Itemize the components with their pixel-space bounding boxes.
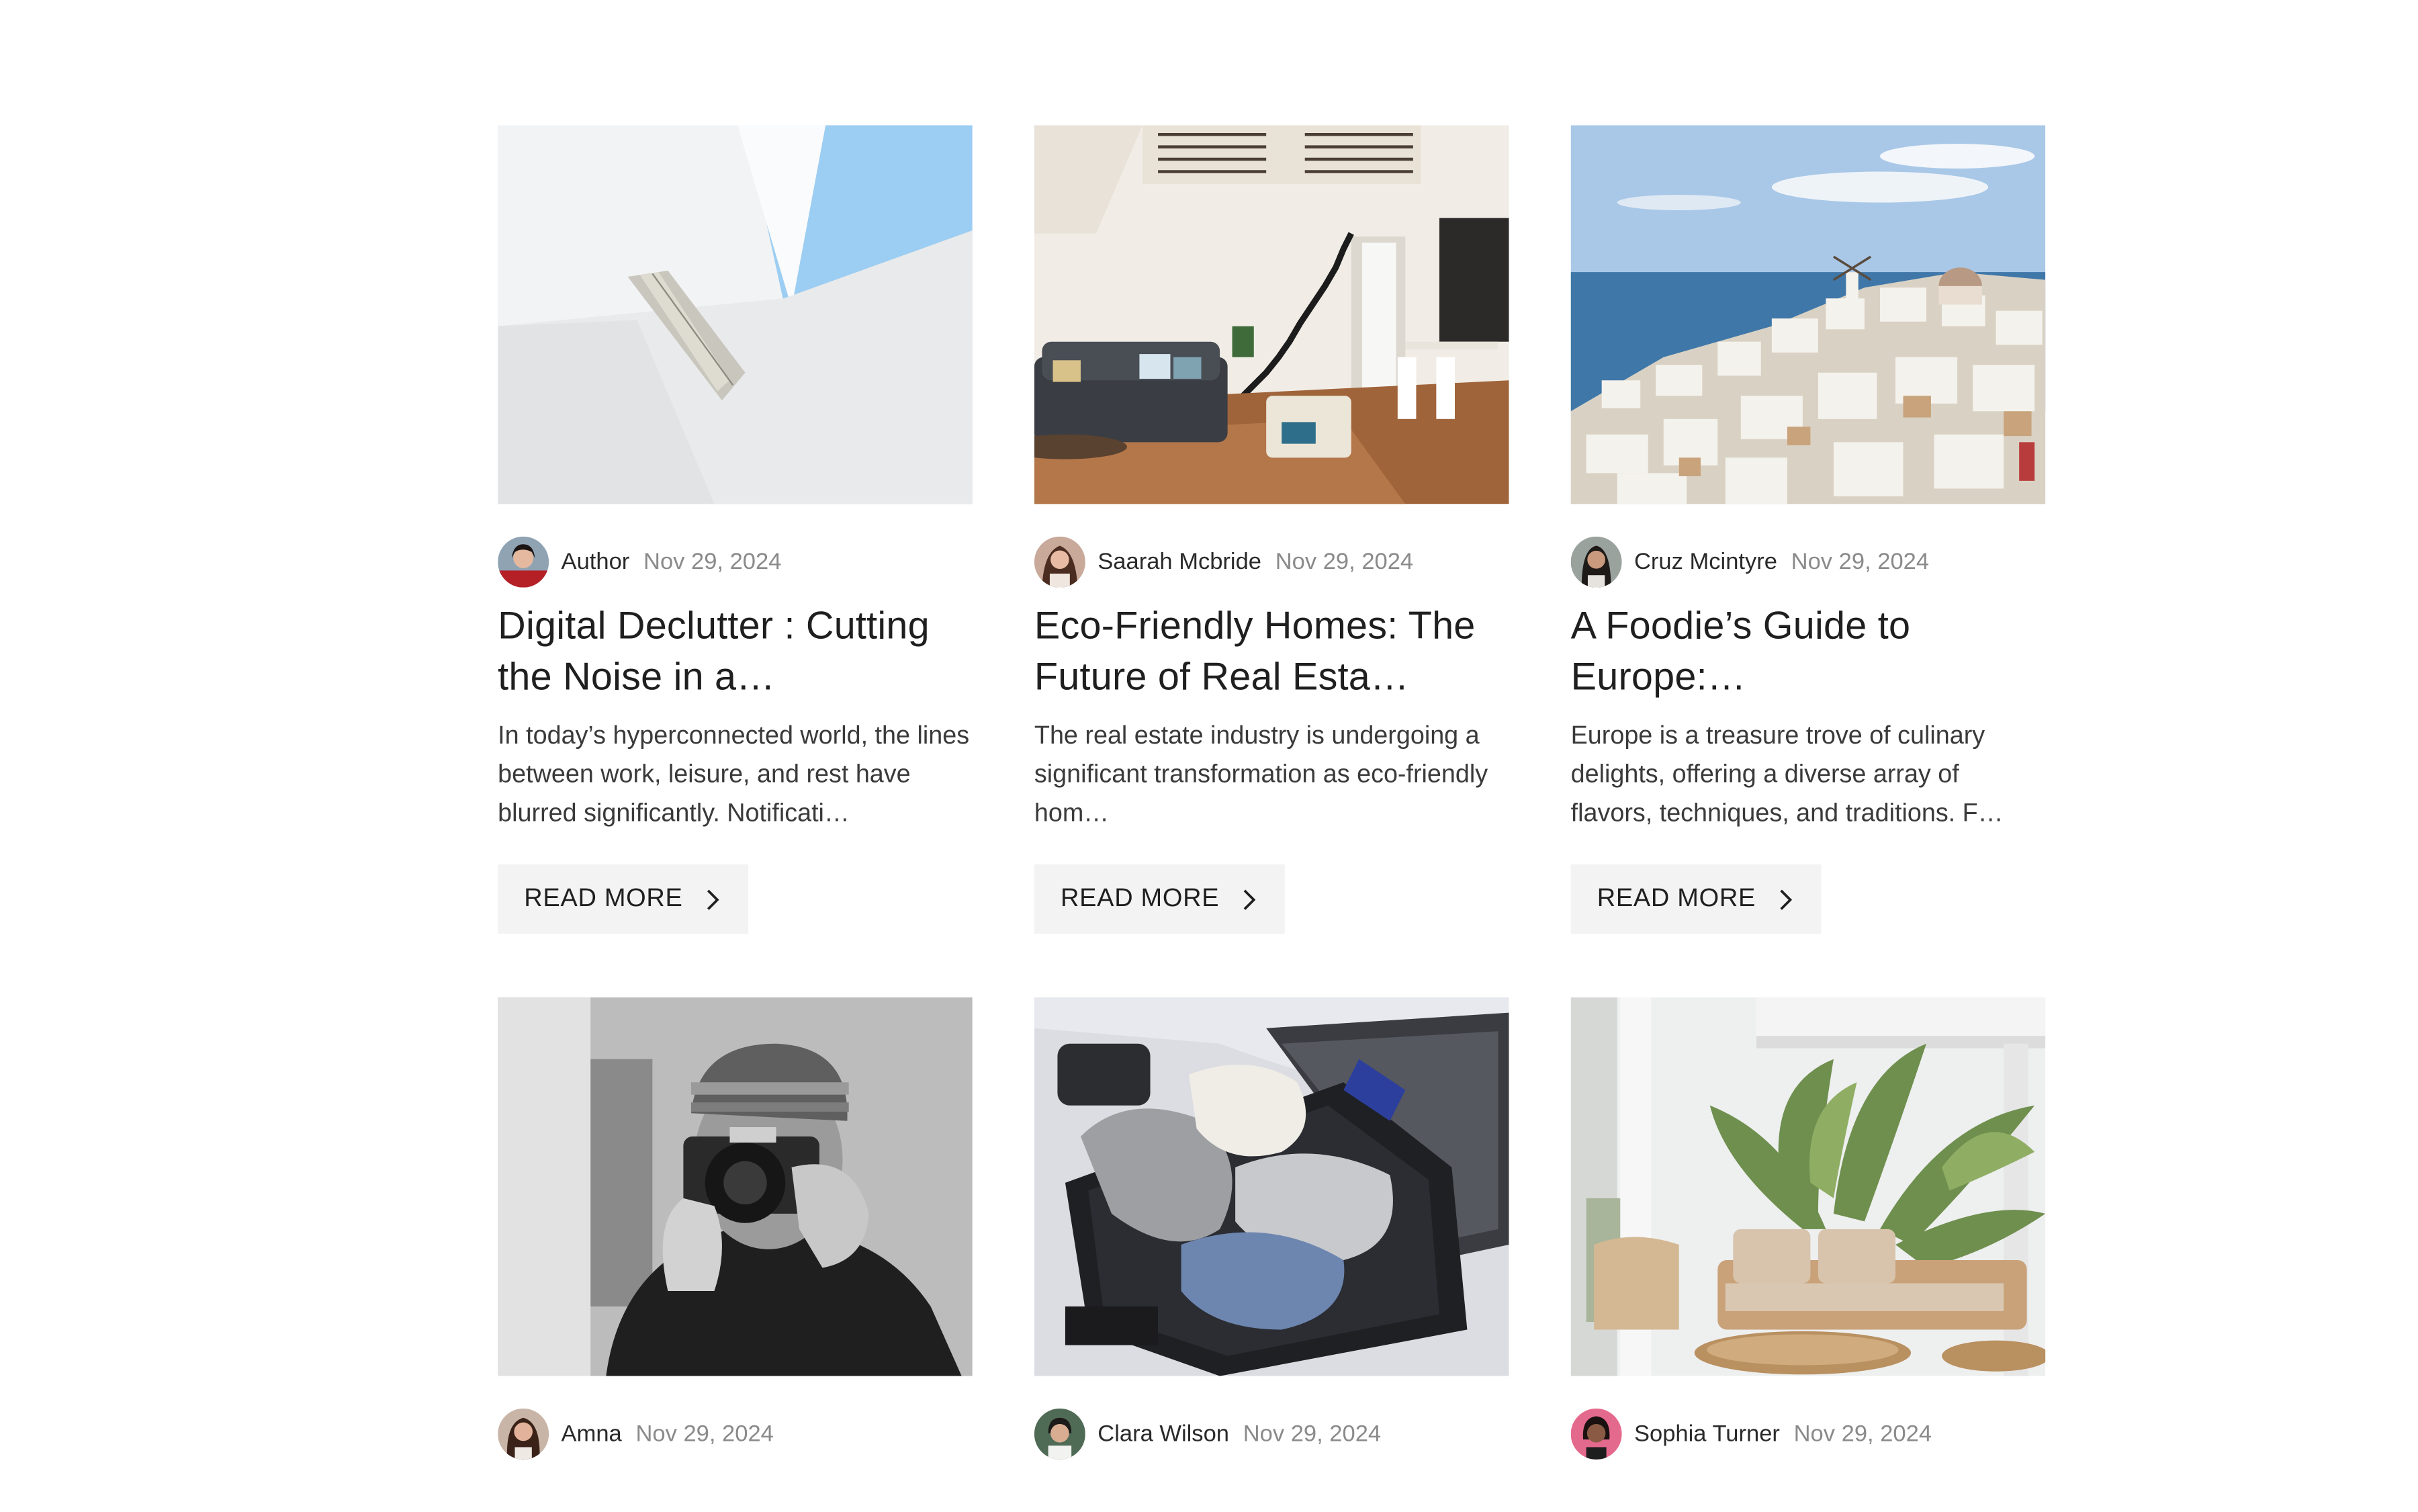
read-more-button[interactable]: READ MORE (1034, 864, 1284, 934)
chevron-right-icon (1777, 888, 1793, 909)
read-more-button[interactable]: READ MORE (498, 864, 748, 934)
author-name[interactable]: Cruz Mcintyre (1634, 548, 1777, 574)
post-date: Nov 29, 2024 (1791, 547, 1930, 575)
blog-card: Saarah Mcbride Nov 29, 2024 Eco-Friendly… (1034, 125, 1509, 934)
post-excerpt: The real estate industry is undergoing a… (1034, 721, 1488, 828)
blog-card: Author Nov 29, 2024 Digital Declutter : … (498, 125, 973, 934)
post-excerpt: In today’s hyperconnected world, the lin… (498, 721, 970, 828)
post-meta: Sophia Turner Nov 29, 2024 (1570, 1407, 2046, 1460)
post-excerpt: Europe is a treasure trove of culinary d… (1570, 721, 2004, 828)
blog-card: Cruz Mcintyre Nov 29, 2024 A Foodie’s Gu… (1570, 125, 2046, 934)
post-meta: Clara Wilson Nov 29, 2024 (1034, 1407, 1509, 1460)
chevron-right-icon (705, 888, 720, 909)
post-date: Nov 29, 2024 (1243, 1420, 1382, 1447)
author-avatar[interactable] (498, 535, 549, 587)
author-avatar[interactable] (1570, 535, 1622, 587)
chevron-right-icon (1241, 888, 1257, 909)
read-more-label: READ MORE (1597, 884, 1756, 913)
read-more-label: READ MORE (1061, 884, 1220, 913)
post-image-living-room[interactable] (1034, 125, 1509, 504)
post-image-santorini[interactable] (1570, 125, 2046, 504)
post-image-suitcase[interactable] (1034, 997, 1509, 1376)
post-image-patio[interactable] (1570, 997, 2046, 1376)
author-name[interactable]: Author (562, 548, 630, 574)
author-avatar[interactable] (1570, 1407, 1622, 1459)
post-title[interactable]: Digital Declutter : Cutting the Noise in… (498, 601, 973, 703)
post-meta: Amna Nov 29, 2024 (498, 1407, 973, 1460)
blog-card: Amna Nov 29, 2024 (498, 997, 973, 1460)
blog-card: Sophia Turner Nov 29, 2024 (1570, 997, 2046, 1460)
post-meta: Author Nov 29, 2024 (498, 535, 973, 587)
author-avatar[interactable] (1034, 535, 1085, 587)
author-avatar[interactable] (498, 1407, 549, 1459)
post-meta: Cruz Mcintyre Nov 29, 2024 (1570, 535, 2046, 587)
post-date: Nov 29, 2024 (1793, 1420, 1932, 1447)
post-image-photographer[interactable] (498, 997, 973, 1376)
author-name[interactable]: Saarah Mcbride (1098, 548, 1261, 574)
post-meta: Saarah Mcbride Nov 29, 2024 (1034, 535, 1509, 587)
author-name[interactable]: Sophia Turner (1634, 1420, 1780, 1446)
post-date: Nov 29, 2024 (635, 1420, 774, 1447)
post-date: Nov 29, 2024 (1275, 547, 1414, 575)
read-more-button[interactable]: READ MORE (1570, 864, 1821, 934)
post-date: Nov 29, 2024 (643, 547, 782, 575)
post-title[interactable]: Eco-Friendly Homes: The Future of Real E… (1034, 601, 1509, 703)
author-name[interactable]: Clara Wilson (1098, 1420, 1229, 1446)
author-name[interactable]: Amna (562, 1420, 622, 1446)
blog-card: Clara Wilson Nov 29, 2024 (1034, 997, 1509, 1460)
blog-card-grid: Author Nov 29, 2024 Digital Declutter : … (498, 125, 2046, 1460)
post-title[interactable]: A Foodie’s Guide to Europe:… (1571, 601, 2046, 703)
read-more-label: READ MORE (524, 884, 683, 913)
author-avatar[interactable] (1034, 1407, 1085, 1459)
post-image-architecture[interactable] (498, 125, 973, 504)
